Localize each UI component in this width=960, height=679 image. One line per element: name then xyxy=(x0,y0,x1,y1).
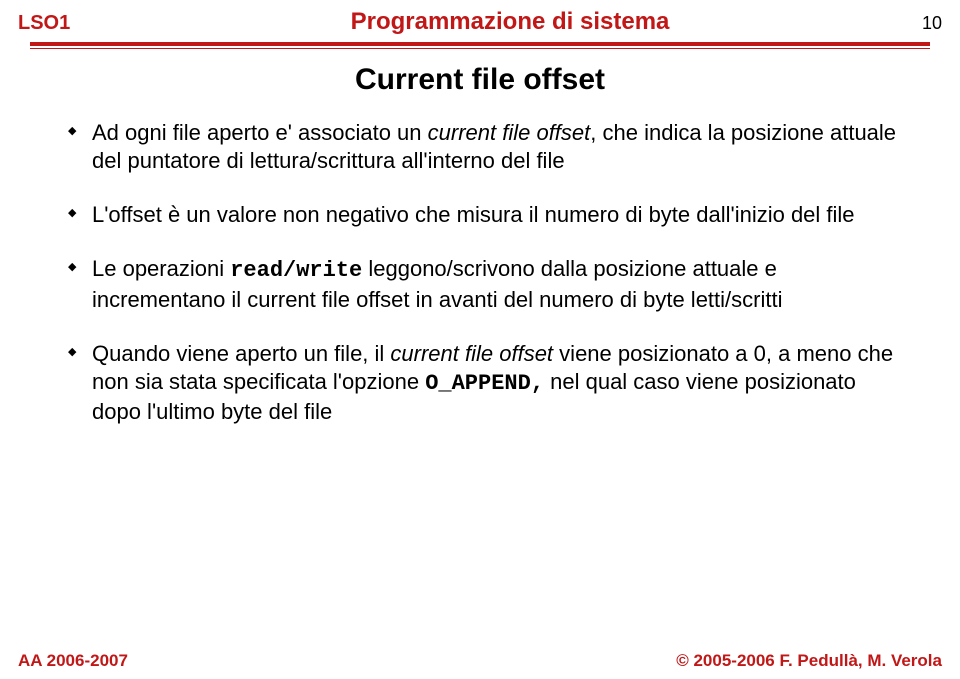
bullet-list: Ad ogni file aperto e' associato un curr… xyxy=(68,119,908,426)
header: LSO1 Programmazione di sistema 10 xyxy=(0,0,960,49)
bullet-3-code-write: write xyxy=(296,258,362,283)
bullet-1-emph: current file offset xyxy=(428,120,591,145)
bullet-3-code-read: read xyxy=(230,258,283,283)
header-rule xyxy=(30,42,930,49)
bullet-4: Quando viene aperto un file, il current … xyxy=(68,340,908,426)
bullet-3-code-sep: / xyxy=(283,258,296,283)
bullet-1-text-pre: Ad ogni file aperto e' associato un xyxy=(92,120,428,145)
bullet-2: L'offset è un valore non negativo che mi… xyxy=(68,201,908,229)
page-number: 10 xyxy=(882,13,942,34)
slide: LSO1 Programmazione di sistema 10 Curren… xyxy=(0,0,960,679)
bullet-2-text: L'offset è un valore non negativo che mi… xyxy=(92,202,855,227)
bullet-3: Le operazioni read/write leggono/scrivon… xyxy=(68,255,908,313)
header-left: LSO1 xyxy=(18,12,138,35)
footer-left: AA 2006-2007 xyxy=(18,651,128,671)
bullet-4-code-punct: , xyxy=(531,371,544,396)
bullet-4-code: O_APPEND xyxy=(425,371,531,396)
slide-body: Ad ogni file aperto e' associato un curr… xyxy=(0,119,960,426)
bullet-4-text-pre: Quando viene aperto un file, il xyxy=(92,341,390,366)
bullet-3-text-pre: Le operazioni xyxy=(92,256,230,281)
bullet-4-emph: current file offset xyxy=(390,341,553,366)
slide-title: Current file offset xyxy=(0,63,960,97)
footer-right: © 2005-2006 F. Pedullà, M. Verola xyxy=(676,651,942,671)
header-center: Programmazione di sistema xyxy=(138,8,882,36)
footer: AA 2006-2007 © 2005-2006 F. Pedullà, M. … xyxy=(0,651,960,671)
header-row: LSO1 Programmazione di sistema 10 xyxy=(18,8,942,36)
bullet-1: Ad ogni file aperto e' associato un curr… xyxy=(68,119,908,175)
